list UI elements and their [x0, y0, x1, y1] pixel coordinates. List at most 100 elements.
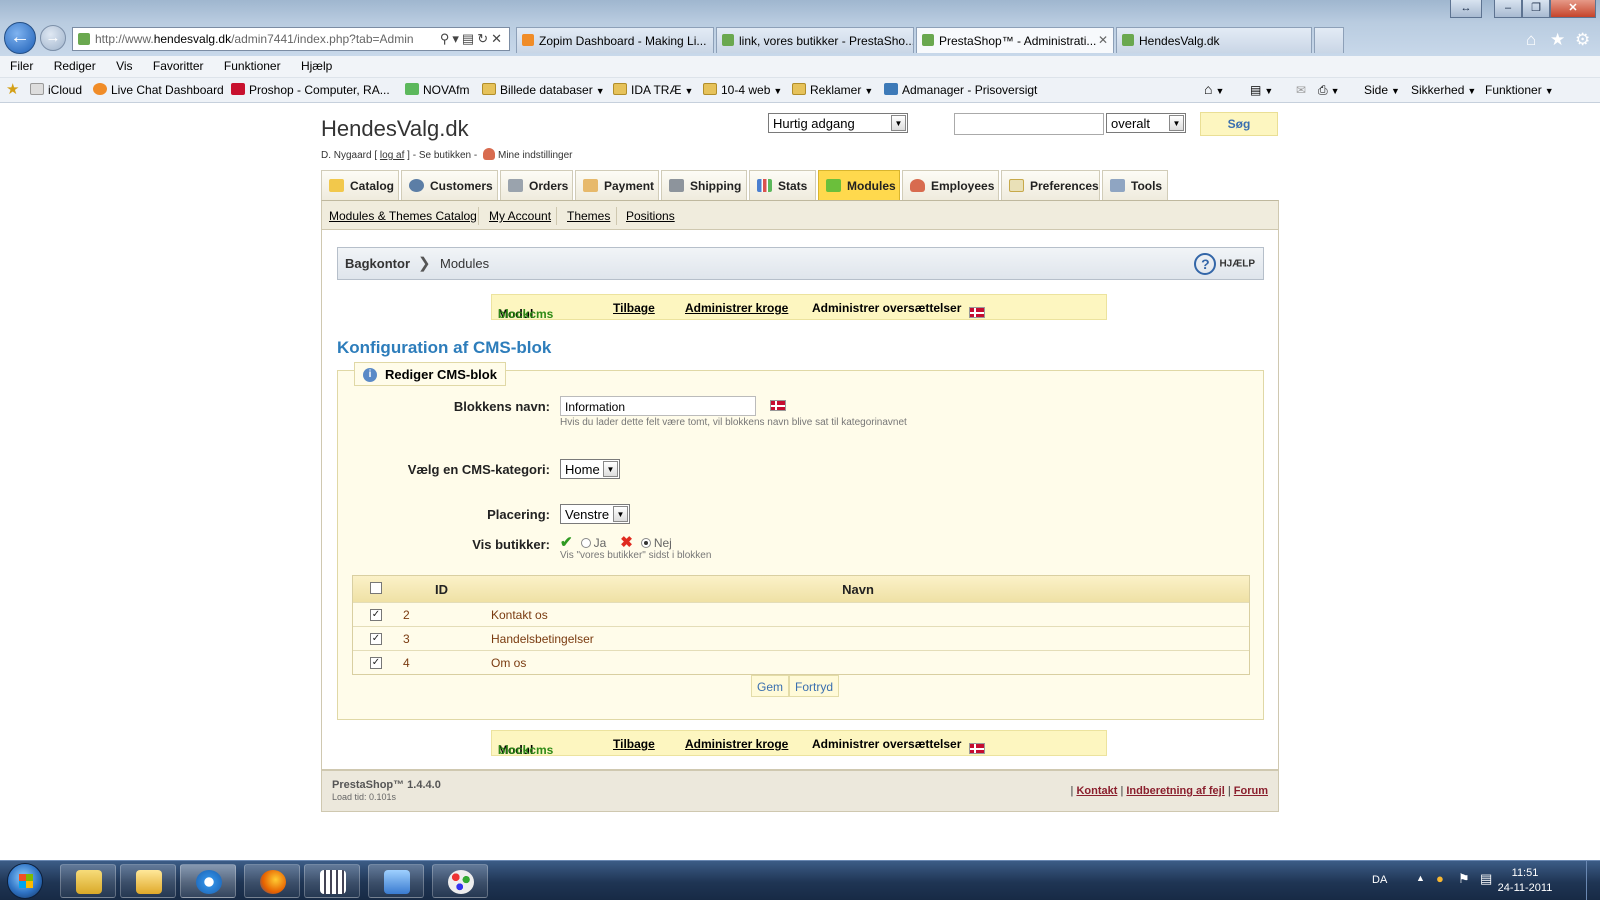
row-checkbox[interactable]: ✓ [370, 633, 382, 645]
tab-customers[interactable]: Customers [401, 170, 498, 200]
browser-tab-hendesvalg[interactable]: HendesValg.dk [1116, 27, 1312, 53]
chat-tray-icon[interactable]: ● [1436, 871, 1444, 886]
fav-proshop[interactable]: Proshop - Computer, RA... [231, 83, 390, 97]
tab-modules[interactable]: Modules [818, 170, 900, 200]
flag-dk-icon[interactable] [969, 743, 985, 754]
taskbar-internet-explorer[interactable] [180, 864, 236, 898]
block-name-input[interactable]: Information [560, 396, 756, 416]
menu-view[interactable]: Vis [106, 56, 139, 73]
show-hidden-icons[interactable]: ▲ [1416, 873, 1425, 883]
browser-tab-zopim[interactable]: Zopim Dashboard - Making Li... [516, 27, 714, 53]
fav-novafm[interactable]: NOVAfm [405, 83, 469, 97]
feeds-icon[interactable]: ▤ ▼ [1250, 83, 1273, 97]
subnav-themes[interactable]: Themes [567, 209, 610, 223]
maximize-window-icon[interactable]: ❐ [1522, 0, 1550, 18]
forward-button[interactable]: → [40, 25, 66, 51]
menu-file[interactable]: Filer [0, 56, 40, 73]
logout-link[interactable]: log af [380, 150, 404, 161]
fav-live-chat[interactable]: Live Chat Dashboard [93, 83, 224, 97]
taskbar-explorer[interactable] [60, 864, 116, 898]
taskbar-outlook[interactable] [120, 864, 176, 898]
browser-tab-admin[interactable]: PrestaShop™ - Administrati... ✕ [916, 27, 1114, 53]
cancel-button[interactable]: Fortryd [789, 675, 840, 697]
print-icon[interactable]: ⎙ ▼ [1318, 83, 1340, 98]
close-window-icon[interactable]: ✕ [1550, 0, 1596, 18]
subnav-my-account[interactable]: My Account [489, 209, 551, 223]
mail-icon[interactable]: ✉ [1296, 83, 1306, 97]
language-flag-dk-icon[interactable] [770, 400, 786, 411]
menu-favorites[interactable]: Favoritter [143, 56, 211, 73]
fav-admanager[interactable]: Admanager - Prisoversigt [884, 83, 1037, 97]
contact-link[interactable]: Kontakt [1076, 785, 1117, 797]
my-settings-link[interactable]: Mine indstillinger [498, 150, 572, 161]
fav-icloud[interactable]: iCloud [30, 83, 82, 97]
taskbar-firefox[interactable] [244, 864, 300, 898]
fav-billede-folder[interactable]: Billede databaser ▼ [482, 83, 605, 97]
tab-shipping[interactable]: Shipping [661, 170, 747, 200]
subnav-positions[interactable]: Positions [626, 209, 675, 223]
favorites-star-icon[interactable]: ★ [1550, 30, 1565, 50]
menu-tools[interactable]: Funktioner [214, 56, 288, 73]
tab-tools[interactable]: Tools [1102, 170, 1168, 200]
action-center-flag-icon[interactable]: ⚑ [1458, 871, 1470, 887]
clock-time[interactable]: 11:51 [1490, 867, 1560, 879]
show-desktop-button[interactable] [1586, 861, 1600, 900]
restore-window-icon[interactable]: ↔ [1450, 0, 1482, 18]
tab-orders[interactable]: Orders [500, 170, 573, 200]
manage-hooks-link[interactable]: Administrer kroge [685, 301, 788, 315]
menu-help[interactable]: Hjælp [291, 56, 339, 73]
taskbar-calculator[interactable] [304, 864, 360, 898]
home-icon[interactable]: ⌂ ▼ [1204, 81, 1224, 97]
back-button[interactable]: ← [4, 22, 36, 54]
fav-web-folder[interactable]: 10-4 web ▼ [703, 83, 782, 97]
tab-employees[interactable]: Employees [902, 170, 999, 200]
help-button[interactable]: ? HJÆLP [1194, 253, 1255, 275]
bug-report-link[interactable]: Indberetning af fejl [1126, 785, 1224, 797]
row-checkbox[interactable]: ✓ [370, 657, 382, 669]
row-checkbox[interactable]: ✓ [370, 609, 382, 621]
address-bar[interactable]: http://www.hendesvalg.dk/admin7441/index… [72, 27, 510, 51]
favorites-star-icon[interactable]: ★ [6, 80, 19, 98]
flag-dk-icon[interactable] [969, 307, 985, 318]
placement-select[interactable]: Venstre ▼ [560, 504, 630, 524]
menu-edit[interactable]: Rediger [44, 56, 103, 73]
search-button[interactable]: Søg [1200, 112, 1278, 136]
safety-menu[interactable]: Sikkerhed ▼ [1411, 83, 1476, 97]
back-link[interactable]: Tilbage [613, 737, 655, 751]
new-tab-button[interactable] [1314, 27, 1344, 53]
tools-menu[interactable]: Funktioner ▼ [1485, 83, 1554, 97]
manage-hooks-link[interactable]: Administrer kroge [685, 737, 788, 751]
tools-gear-icon[interactable]: ⚙ [1575, 30, 1590, 50]
tab-catalog[interactable]: Catalog [321, 170, 399, 200]
taskbar-paint[interactable] [432, 864, 488, 898]
subnav-modules-catalog[interactable]: Modules & Themes Catalog [329, 209, 477, 223]
minimize-window-icon[interactable]: – [1494, 0, 1522, 18]
close-tab-icon[interactable]: ✕ [1098, 33, 1108, 47]
chevron-down-icon: ▼ [603, 461, 618, 477]
taskbar-remote-desktop[interactable] [368, 864, 424, 898]
cms-category-select[interactable]: Home ▼ [560, 459, 620, 479]
quick-access-select[interactable]: Hurtig adgang ▼ [768, 113, 908, 133]
radio-yes[interactable] [580, 538, 591, 548]
start-button[interactable] [7, 863, 43, 899]
address-tools-icon[interactable]: ⚲▾▤↻✕ [440, 31, 505, 47]
language-indicator[interactable]: DA [1372, 874, 1387, 886]
see-shop-link[interactable]: Se butikken [419, 150, 471, 161]
tab-preferences[interactable]: Preferences [1001, 170, 1100, 200]
tab-stats[interactable]: Stats [749, 170, 816, 200]
fav-reklamer-folder[interactable]: Reklamer ▼ [792, 83, 873, 97]
tab-payment[interactable]: Payment [575, 170, 659, 200]
browser-tab-link[interactable]: link, vores butikker - PrestaSho... [716, 27, 914, 53]
save-button[interactable]: Gem [751, 675, 790, 697]
row-id: 4 [403, 656, 410, 670]
home-icon[interactable]: ⌂ [1526, 30, 1536, 50]
search-scope-select[interactable]: overalt ▼ [1106, 113, 1186, 133]
clock-date[interactable]: 24-11-2011 [1490, 882, 1560, 894]
back-link[interactable]: Tilbage [613, 301, 655, 315]
fav-ida-folder[interactable]: IDA TRÆ ▼ [613, 83, 693, 97]
radio-no[interactable] [640, 538, 651, 548]
search-input[interactable] [954, 113, 1104, 135]
forum-link[interactable]: Forum [1234, 785, 1268, 797]
page-menu[interactable]: Side ▼ [1364, 83, 1400, 97]
breadcrumb-root[interactable]: Bagkontor [345, 256, 410, 271]
